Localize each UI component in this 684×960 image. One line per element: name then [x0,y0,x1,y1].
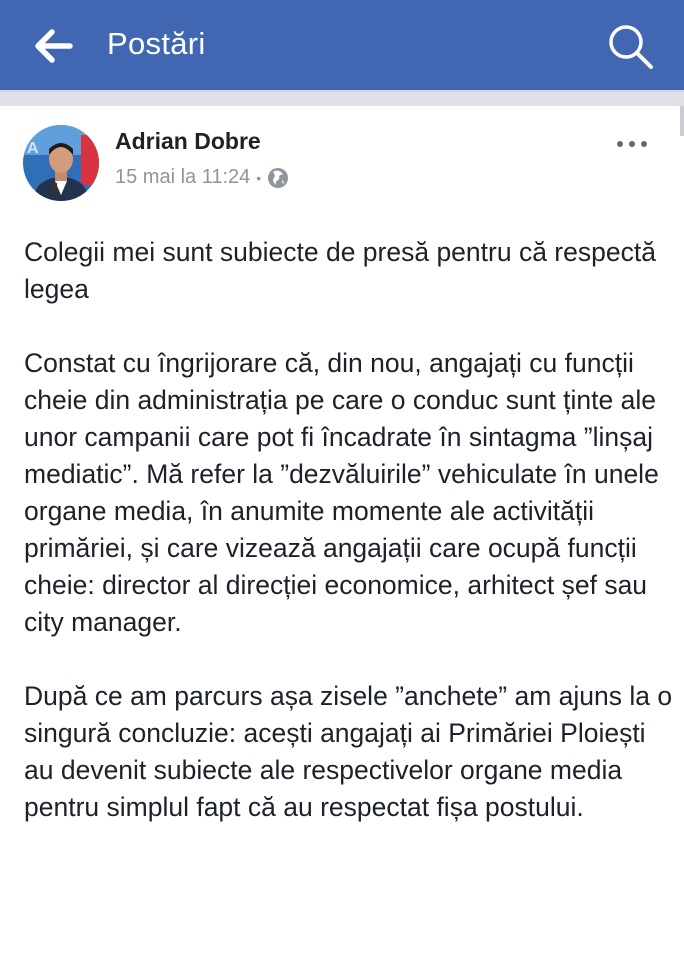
profile-photo-icon: A [23,125,99,201]
post-options-button[interactable] [612,132,652,156]
svg-text:A: A [27,140,39,157]
scrollbar-thumb[interactable] [680,106,684,136]
more-horizontal-icon [617,141,647,147]
post-meta: 15 mai la 11:24 • [115,166,289,189]
avatar[interactable]: A [23,125,99,201]
back-button[interactable] [34,28,74,64]
search-button[interactable] [604,22,658,72]
search-icon [609,25,653,69]
meta-separator: • [256,169,262,186]
top-app-bar: Postări [0,0,684,90]
post-paragraph: Constat cu îngrijorare că, din nou, anga… [24,348,659,637]
post-body: Colegii mei sunt subiecte de presă pentr… [24,234,674,863]
post-paragraph-heading: Colegii mei sunt subiecte de presă pentr… [24,237,656,304]
feed-divider [0,90,684,106]
page-title: Postări [107,26,206,61]
arrow-left-icon [35,29,73,63]
post-paragraph: După ce am parcurs așa zisele ”anchete” … [24,681,673,822]
post-author[interactable]: Adrian Dobre [115,128,261,155]
post-card: A Adrian Dobre 15 mai la 11:24 • Colegii… [0,106,684,960]
globe-icon [267,167,289,189]
post-timestamp[interactable]: 15 mai la 11:24 [115,166,250,189]
